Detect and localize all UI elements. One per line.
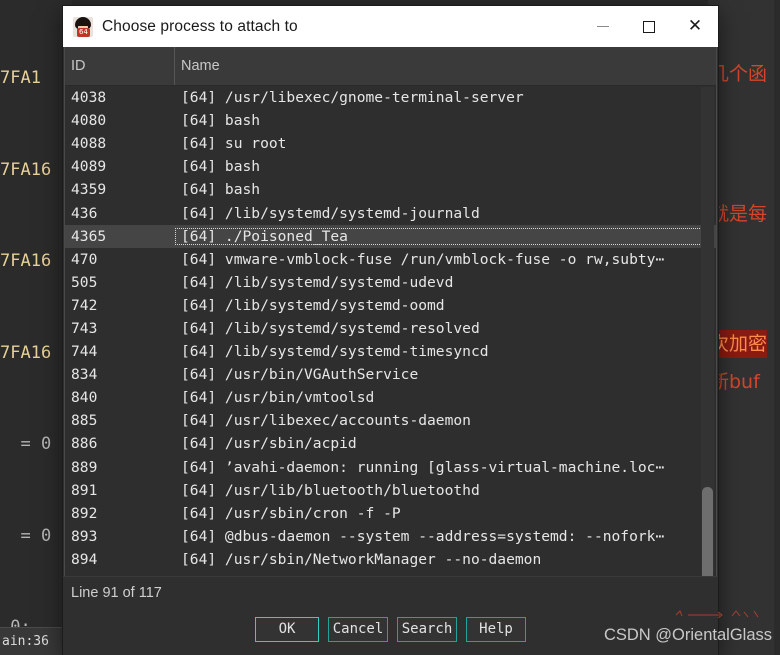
table-row[interactable]: 4088 [64] su root <box>65 132 716 155</box>
row-name: [64] bash <box>181 181 261 199</box>
row-id: 885 <box>71 412 98 430</box>
watermark-flourish-icon <box>675 610 759 619</box>
row-id: 901 <box>65 574 175 576</box>
minimize-button[interactable] <box>580 6 626 47</box>
row-name: [64] vmware-vmblock-fuse /run/vmblock-fu… <box>181 250 665 268</box>
table-row[interactable]: 4365 [64] ./Poisoned_Tea <box>65 224 716 248</box>
background-right-strip <box>774 0 780 655</box>
dialog-title: Choose process to attach to <box>102 17 298 35</box>
table-row[interactable]: 893 [64] @dbus-daemon --system --address=… <box>65 525 716 548</box>
row-id: 743 <box>71 319 98 337</box>
row-id: 4365 <box>71 227 107 245</box>
table-row[interactable]: 885 [64] /usr/libexec/accounts-daemon <box>65 409 716 432</box>
row-name: [64] /usr/sbin/acpid <box>181 435 357 453</box>
row-name: [64] /usr/libexec/gnome-terminal-server <box>181 89 524 107</box>
row-name: [64] bash <box>181 112 261 130</box>
row-id: 4088 <box>71 135 107 153</box>
dialog-titlebar[interactable]: 64 Choose process to attach to ✕ <box>63 6 718 47</box>
row-name: [64] /lib/systemd/systemd-timesyncd <box>181 343 489 361</box>
background-note: 次加密 <box>710 330 768 358</box>
table-row[interactable]: 742 [64] /lib/systemd/systemd-oomd <box>65 294 716 317</box>
table-row[interactable]: 891 [64] /usr/lib/bluetooth/bluetoothd <box>65 479 716 502</box>
row-name: [64] @dbus-daemon --system --address=sys… <box>181 527 665 545</box>
row-id: 892 <box>71 504 98 522</box>
row-name: [64] ./Poisoned_Tea <box>175 227 712 245</box>
row-id: 505 <box>71 273 98 291</box>
row-id: 742 <box>71 296 98 314</box>
window-controls: ✕ <box>580 6 718 47</box>
row-name: [64] /lib/systemd/systemd-udevd <box>181 273 454 291</box>
row-id: 4359 <box>71 181 107 199</box>
close-icon: ✕ <box>687 16 703 36</box>
row-id: 893 <box>71 527 98 545</box>
row-id: 4038 <box>71 89 107 107</box>
help-button[interactable]: Help <box>466 616 526 642</box>
table-row[interactable]: 894 [64] /usr/sbin/NetworkManager --no-da… <box>65 548 716 571</box>
table-row[interactable]: 436 [64] /lib/systemd/systemd-journald <box>65 201 716 224</box>
close-button[interactable]: ✕ <box>672 6 718 47</box>
maximize-icon <box>643 20 655 33</box>
row-id: 834 <box>71 366 98 384</box>
cancel-button[interactable]: Cancel <box>328 616 388 642</box>
row-name: [64] /usr/sbin/cron -f -P <box>181 504 401 522</box>
maximize-button[interactable] <box>626 6 672 47</box>
table-row[interactable]: 470 [64] vmware-vmblock-fuse /run/vmblock… <box>65 248 716 271</box>
table-row[interactable]: 4089 [64] bash <box>65 155 716 178</box>
column-header-name[interactable]: Name <box>175 47 716 85</box>
background-note: 几个函 <box>710 63 768 85</box>
row-id: 840 <box>71 389 98 407</box>
list-scrollbar-thumb[interactable] <box>702 487 713 576</box>
table-row[interactable]: 889 [64] ʼavahi-daemon: running [glass-vi… <box>65 456 716 479</box>
screen: 7FA1 7FA16 7FA16 7FA16 = 0 = 0 0; ( i r1… <box>0 0 780 655</box>
row-id: 4080 <box>71 112 107 130</box>
row-name: [64] /usr/lib/bluetooth/bluetoothd <box>181 481 480 499</box>
app-avatar-icon: 64 <box>73 16 93 37</box>
row-name: [64] /usr/sbin/NetworkManager --no-daemo… <box>181 550 542 568</box>
row-name: [64] /usr/sbin/irqbalance --foreground <box>175 574 716 576</box>
table-row[interactable]: 892 [64] /usr/sbin/cron -f -P <box>65 502 716 525</box>
row-name: [64] /usr/libexec/accounts-daemon <box>181 412 471 430</box>
table-row[interactable]: 4359 [64] bash <box>65 178 716 201</box>
row-name: [64] /lib/systemd/systemd-journald <box>181 204 480 222</box>
row-id: 436 <box>71 204 98 222</box>
process-list-header: ID Name <box>65 47 716 86</box>
column-header-id[interactable]: ID <box>65 47 175 85</box>
row-id: 470 <box>71 250 98 268</box>
row-name: [64] su root <box>181 135 287 153</box>
dialog-status-bar: Line 91 of 117 <box>63 576 718 609</box>
list-scrollbar[interactable] <box>701 87 714 576</box>
table-row[interactable]: 743 [64] /lib/systemd/systemd-resolved <box>65 317 716 340</box>
background-notes-panel: 几个函 就是每 次加密 新buf <box>708 0 780 655</box>
row-id: 886 <box>71 435 98 453</box>
ok-button[interactable]: OK <box>255 616 319 642</box>
row-id: 891 <box>71 481 98 499</box>
table-row[interactable]: 901[64] /usr/sbin/irqbalance --foregroun… <box>65 571 716 576</box>
row-name: [64] /lib/systemd/systemd-oomd <box>181 296 445 314</box>
row-name: [64] ʼavahi-daemon: running [glass-virtu… <box>181 458 665 476</box>
row-name: [64] /usr/bin/vmtoolsd <box>181 389 375 407</box>
table-row[interactable]: 834 [64] /usr/bin/VGAuthService <box>65 363 716 386</box>
row-id: 889 <box>71 458 98 476</box>
row-id: 4089 <box>71 158 107 176</box>
row-name: [64] bash <box>181 158 261 176</box>
watermark: CSDN @OrientalGlass <box>603 626 772 644</box>
table-row[interactable]: 886 [64] /usr/sbin/acpid <box>65 432 716 455</box>
table-row[interactable]: 840 [64] /usr/bin/vmtoolsd <box>65 386 716 409</box>
search-button[interactable]: Search <box>397 616 457 642</box>
attach-process-dialog: 64 Choose process to attach to ✕ ID Name <box>63 6 718 655</box>
background-note: 就是每 <box>710 203 768 225</box>
row-name: [64] /usr/bin/VGAuthService <box>181 366 419 384</box>
table-row[interactable]: 505 [64] /lib/systemd/systemd-udevd <box>65 271 716 294</box>
process-rows: 4038 [64] /usr/libexec/gnome-terminal-ser… <box>65 86 716 576</box>
table-row[interactable]: 4038 [64] /usr/libexec/gnome-terminal-ser… <box>65 86 716 109</box>
process-list: ID Name 4038 [64] /usr/libexec/gnome-term… <box>64 47 717 576</box>
row-id: 744 <box>71 343 98 361</box>
row-name: [64] /lib/systemd/systemd-resolved <box>181 319 480 337</box>
table-row[interactable]: 744 [64] /lib/systemd/systemd-timesyncd <box>65 340 716 363</box>
table-row[interactable]: 4080 [64] bash <box>65 109 716 132</box>
minimize-icon <box>597 26 609 27</box>
row-id: 894 <box>71 550 98 568</box>
